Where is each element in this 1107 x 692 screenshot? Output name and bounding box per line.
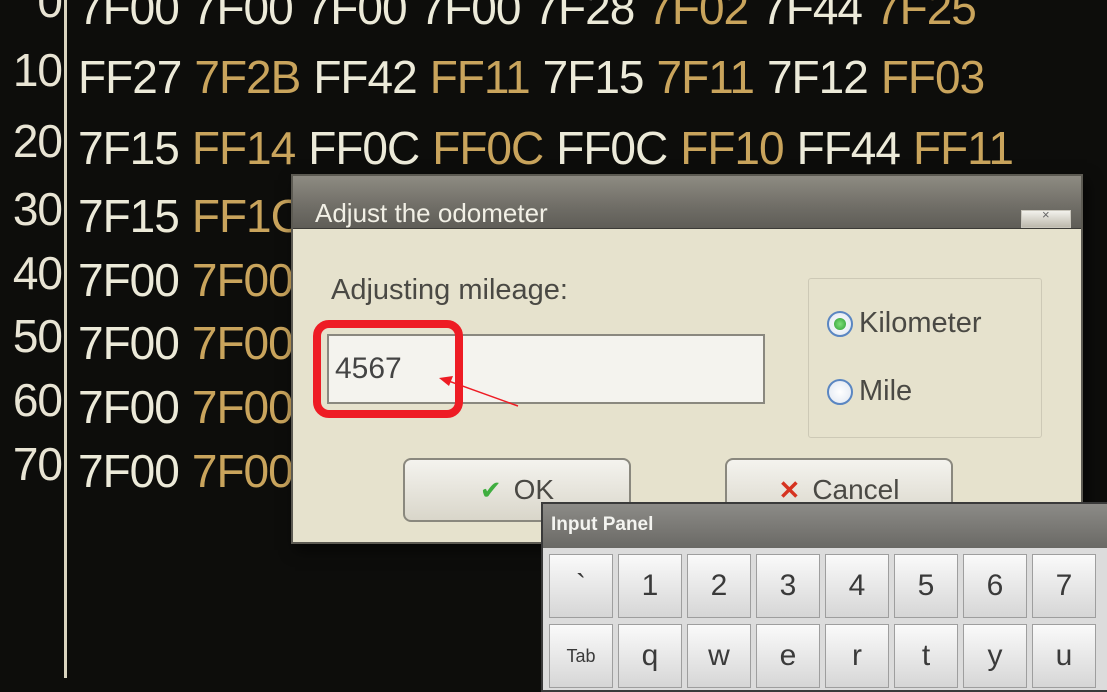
- kilometer-radio-indicator: [827, 310, 853, 337]
- hex-value: FF0C: [556, 122, 668, 174]
- hex-value: 7F44: [761, 0, 863, 34]
- dialog-title: Adjust the odometer: [315, 198, 548, 228]
- hex-value: 7F00: [78, 381, 180, 433]
- key-q[interactable]: q: [618, 624, 682, 688]
- mile-label: Mile: [859, 375, 913, 407]
- hex-value: 7F00: [191, 254, 294, 306]
- hex-value: 7F15: [78, 190, 180, 242]
- key-tab[interactable]: Tab: [549, 624, 613, 688]
- hex-row: 60 7F00 7F00: [0, 377, 306, 430]
- hex-value: 7F00: [191, 0, 294, 34]
- hex-value: 7F2B: [194, 51, 301, 103]
- mileage-input[interactable]: [327, 334, 765, 404]
- key-7[interactable]: 7: [1032, 554, 1096, 618]
- hex-offset: 30: [12, 186, 62, 232]
- hex-value: 7F00: [305, 0, 408, 34]
- hex-row: 50 7F00 7F00: [0, 313, 306, 366]
- hex-offset: 50: [12, 313, 62, 359]
- hex-row: 10 FF27 7F2B FF42 FF11 7F15 7F11 7F12 FF03: [0, 47, 997, 100]
- input-panel-titlebar[interactable]: Input Panel: [543, 504, 1107, 548]
- mileage-label: Adjusting mileage:: [331, 274, 568, 306]
- hex-value: 7F00: [191, 381, 294, 433]
- key-6[interactable]: 6: [963, 554, 1027, 618]
- hex-value: FF10: [680, 122, 784, 174]
- hex-value: 7F15: [542, 51, 645, 103]
- key-y[interactable]: y: [963, 624, 1027, 688]
- hex-value: 7F00: [78, 0, 180, 34]
- hex-value: FF0C: [432, 122, 544, 174]
- key-w[interactable]: w: [687, 624, 751, 688]
- key-2[interactable]: 2: [687, 554, 751, 618]
- hex-value: 7F02: [647, 0, 749, 34]
- hex-value: 7F00: [78, 445, 180, 497]
- hex-value: 7F00: [191, 445, 294, 497]
- hex-offset: 20: [12, 118, 62, 164]
- hex-value: FF42: [313, 51, 417, 103]
- check-icon: ✔: [479, 474, 502, 505]
- keyboard-row-numbers: ` 1 2 3 4 5 6 7: [549, 554, 1101, 618]
- hex-value: FF0C: [308, 122, 420, 174]
- hex-row: 70 7F00 7F00: [0, 441, 306, 494]
- hex-value: FF27: [78, 51, 182, 103]
- hex-value: FF14: [191, 122, 296, 174]
- key-4[interactable]: 4: [825, 554, 889, 618]
- kilometer-label: Kilometer: [859, 307, 982, 339]
- key-e[interactable]: e: [756, 624, 820, 688]
- key-1[interactable]: 1: [618, 554, 682, 618]
- keyboard-row-letters: Tab q w e r t y u: [549, 624, 1101, 688]
- key-u[interactable]: u: [1032, 624, 1096, 688]
- mile-radio[interactable]: Mile: [827, 375, 912, 408]
- hex-value: 7F00: [78, 317, 180, 369]
- hex-value: 7F25: [875, 0, 977, 34]
- hex-offset: 70: [12, 441, 62, 487]
- hex-value: FF03: [880, 51, 985, 103]
- kilometer-radio[interactable]: Kilometer: [827, 307, 982, 340]
- x-icon: ✕: [778, 474, 801, 505]
- input-panel: Input Panel ` 1 2 3 4 5 6 7 Tab q w e r t y u: [541, 502, 1107, 692]
- odometer-dialog: Adjust the odometer × Adjusting mileage:…: [291, 174, 1083, 544]
- hex-value: 7F12: [766, 51, 869, 103]
- hex-value: 7F11: [656, 51, 755, 103]
- key-t[interactable]: t: [894, 624, 958, 688]
- input-panel-title: Input Panel: [551, 514, 654, 535]
- hex-row: 30 7F15 FF1C: [0, 186, 316, 239]
- mile-radio-indicator: [827, 378, 853, 405]
- hex-value: 7F00: [419, 0, 522, 34]
- key-5[interactable]: 5: [894, 554, 958, 618]
- hex-row: 20 7F15 FF14 FF0C FF0C FF0C FF10 FF44 FF11: [0, 118, 1026, 171]
- key-r[interactable]: r: [825, 624, 889, 688]
- key-backtick[interactable]: `: [549, 554, 613, 618]
- hex-row: 0 7F00 7F00 7F00 7F00 7F28 7F02 7F44 7F25: [0, 0, 989, 31]
- close-icon: ×: [1042, 207, 1050, 222]
- hex-offset: 40: [12, 250, 62, 296]
- hex-value: FF11: [429, 51, 531, 103]
- hex-value: 7F00: [78, 254, 180, 306]
- hex-offset: 0: [0, 0, 62, 24]
- hex-value: 7F28: [533, 0, 635, 34]
- hex-offset: 60: [12, 377, 62, 423]
- hex-value: FF1C: [191, 190, 304, 242]
- hex-value: 7F00: [191, 317, 294, 369]
- dialog-titlebar[interactable]: Adjust the odometer ×: [293, 176, 1081, 229]
- hex-value: 7F15: [78, 122, 180, 174]
- hex-value: FF44: [796, 122, 901, 174]
- key-3[interactable]: 3: [756, 554, 820, 618]
- close-button[interactable]: ×: [1021, 207, 1071, 228]
- hex-value: FF11: [912, 122, 1014, 174]
- unit-group: Kilometer Mile: [808, 278, 1042, 438]
- hex-offset: 10: [12, 47, 62, 93]
- hex-row: 40 7F00 7F00: [0, 250, 306, 303]
